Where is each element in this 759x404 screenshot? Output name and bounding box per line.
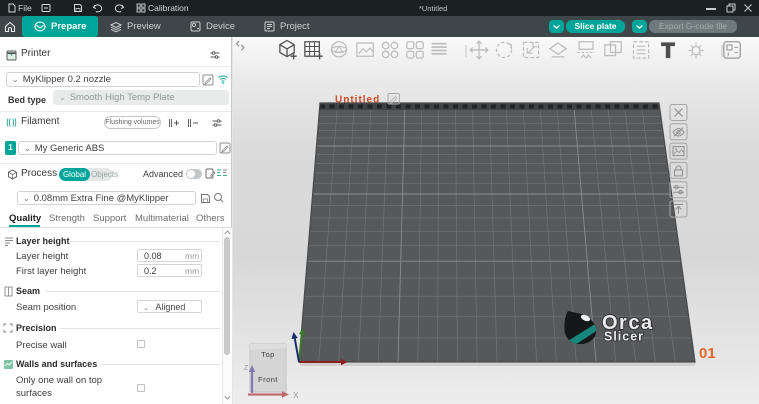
svg-text:X: X: [293, 390, 299, 400]
svg-text:Front: Front: [258, 375, 278, 384]
svg-text:Untitled: Untitled: [335, 95, 380, 106]
svg-text:01: 01: [699, 345, 716, 362]
svg-text:Top: Top: [261, 350, 275, 359]
svg-text:Z: Z: [244, 365, 249, 372]
svg-text:Slicer: Slicer: [604, 330, 644, 344]
